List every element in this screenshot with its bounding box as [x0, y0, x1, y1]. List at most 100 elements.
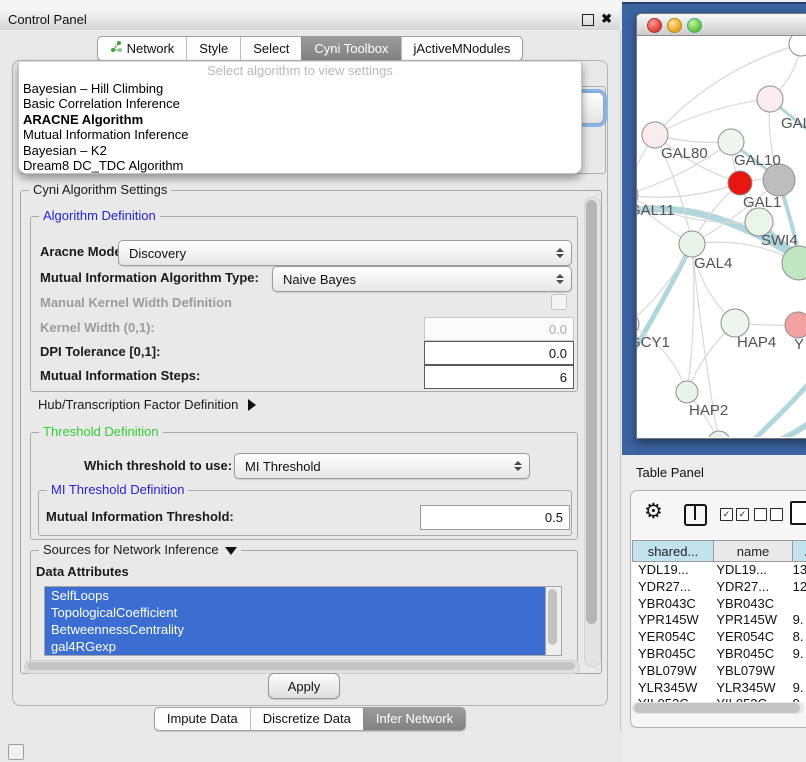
attribute-list-item[interactable]: BetweennessCentrality: [45, 621, 546, 638]
node-label: GAL10: [734, 152, 781, 169]
network-node-hap2[interactable]: [676, 381, 698, 403]
node-label: GAL4: [694, 255, 732, 272]
algorithm-menu-item[interactable]: Bayesian – K2: [19, 143, 581, 158]
table-row[interactable]: YLR345WYLR345W9.: [632, 680, 806, 697]
deselect-all-columns-icon[interactable]: [754, 508, 783, 521]
threshold-definition-title: Threshold Definition: [39, 424, 163, 439]
algorithm-definition-title: Algorithm Definition: [39, 208, 160, 223]
settings-vertical-scrollbar[interactable]: [584, 197, 601, 667]
which-threshold-label: Which threshold to use:: [84, 458, 232, 473]
mi-steps-field[interactable]: 6: [424, 365, 574, 389]
column-header-3[interactable]: A: [793, 540, 806, 562]
network-node-y[interactable]: [785, 312, 806, 338]
aracne-mode-value: Discovery: [129, 246, 186, 261]
column-header-1[interactable]: shared...: [632, 540, 714, 562]
hub-definition-expander[interactable]: Hub/Transcription Factor Definition: [38, 397, 256, 412]
network-window-titlebar[interactable]: [637, 14, 806, 36]
tab-impute-data[interactable]: Impute Data: [155, 708, 250, 730]
attribute-list-item[interactable]: gal4RGexp: [45, 638, 546, 655]
expander-right-arrow-icon: [248, 399, 256, 411]
tab-jactivemnodules[interactable]: jActiveMNodules: [401, 37, 523, 60]
control-panel-titlebar: Control Panel ✖: [0, 8, 620, 31]
node-label: GCY1: [637, 334, 670, 351]
table-row[interactable]: YPR145WYPR145W9.: [632, 612, 806, 629]
tab-style[interactable]: Style: [186, 37, 240, 60]
network-node-gal1[interactable]: [728, 171, 752, 195]
tab-network[interactable]: Network: [98, 37, 187, 60]
network-node[interactable]: [708, 431, 730, 437]
kernel-width-field[interactable]: 0.0: [424, 317, 574, 341]
minimize-traffic-light-icon[interactable]: [667, 18, 682, 33]
column-header-2[interactable]: name: [714, 540, 793, 562]
attribute-list-scrollbar[interactable]: [545, 586, 562, 656]
algorithm-list: Bayesian – Hill ClimbingBasic Correlatio…: [19, 81, 581, 173]
table-row[interactable]: YDR27...YDR27...12: [632, 579, 806, 596]
close-traffic-light-icon[interactable]: [647, 18, 662, 33]
network-node-gal4[interactable]: [679, 231, 705, 257]
algorithm-menu-item[interactable]: ARACNE Algorithm: [19, 112, 581, 127]
node-label: GAL1: [743, 194, 781, 211]
combo-arrows-icon: [514, 461, 522, 471]
node-label: SWI4: [761, 232, 798, 249]
float-window-icon[interactable]: [582, 14, 594, 26]
sources-group-title[interactable]: Sources for Network Inference: [39, 542, 241, 557]
panel-grip-icon[interactable]: [8, 744, 24, 760]
algorithm-menu-item[interactable]: Dream8 DC_TDC Algorithm: [19, 158, 581, 173]
close-icon[interactable]: ✖: [601, 11, 612, 27]
split-view-icon[interactable]: [684, 504, 707, 526]
table-row[interactable]: YBR043CYBR043C: [632, 596, 806, 613]
network-node[interactable]: [789, 36, 806, 56]
mi-threshold-field[interactable]: 0.5: [420, 505, 570, 530]
algorithm-dropdown-popup: Select algorithm to view settings Bayesi…: [18, 62, 582, 174]
kernel-width-label: Kernel Width (0,1):: [40, 320, 155, 335]
mi-threshold-label: Mutual Information Threshold:: [46, 509, 234, 524]
hub-definition-label: Hub/Transcription Factor Definition: [38, 397, 238, 412]
network-node-gal[interactable]: [757, 86, 783, 112]
table-row[interactable]: YER054CYER054C8.: [632, 629, 806, 646]
mi-type-combobox[interactable]: Naive Bayes: [272, 266, 572, 292]
algorithm-menu-item[interactable]: Basic Correlation Inference: [19, 96, 581, 111]
dpi-tolerance-label: DPI Tolerance [0,1]:: [40, 344, 160, 359]
which-threshold-value: MI Threshold: [245, 459, 321, 474]
mi-threshold-group-title: MI Threshold Definition: [47, 482, 188, 497]
tab-infer-network[interactable]: Infer Network: [363, 708, 465, 730]
export-table-icon[interactable]: [790, 501, 806, 525]
table-row[interactable]: YBR045CYBR045C9.: [632, 646, 806, 663]
algorithm-menu-item[interactable]: Mutual Information Inference: [19, 127, 581, 142]
table-cell: YBR045C: [712, 646, 790, 663]
network-canvas[interactable]: GALGAL80GAL10GAL1GAL11SWI4GAL4GCY1HAP4YH…: [637, 36, 806, 437]
node-label: HAP4: [737, 334, 776, 351]
network-node-hap4[interactable]: [721, 309, 749, 337]
table-row[interactable]: YDL19...YDL19...13: [632, 562, 806, 579]
attribute-list-item[interactable]: SelfLoops: [45, 587, 546, 604]
tab-cyni-toolbox[interactable]: Cyni Toolbox: [301, 37, 400, 60]
apply-button[interactable]: Apply: [268, 673, 340, 699]
table-header-row: shared...nameA: [632, 540, 806, 562]
settings-group-title: Cyni Algorithm Settings: [29, 182, 171, 197]
table-cell: YDL19...: [632, 562, 712, 579]
select-all-columns-icon[interactable]: ✓✓: [720, 508, 749, 521]
table-cell: YLR345W: [712, 680, 790, 697]
settings-horizontal-scrollbar[interactable]: [24, 660, 580, 674]
data-attributes-label: Data Attributes: [36, 564, 129, 579]
aracne-mode-combobox[interactable]: Discovery: [118, 240, 572, 266]
algorithm-menu-item[interactable]: Bayesian – Hill Climbing: [19, 81, 581, 96]
network-edge-thick: [637, 244, 692, 378]
table-panel-title: Table Panel: [636, 465, 704, 480]
table-horizontal-scrollbar[interactable]: [632, 702, 804, 714]
table-row[interactable]: YBL079WYBL079W: [632, 663, 806, 680]
attribute-list-item[interactable]: TopologicalCoefficient: [45, 604, 546, 621]
dpi-tolerance-field[interactable]: 0.0: [424, 341, 574, 365]
tab-select[interactable]: Select: [240, 37, 301, 60]
data-attributes-list: SelfLoopsTopologicalCoefficientBetweenne…: [44, 586, 546, 656]
control-panel-title: Control Panel: [8, 12, 87, 27]
tab-discretize-data[interactable]: Discretize Data: [250, 708, 363, 730]
zoom-traffic-light-icon[interactable]: [687, 18, 702, 33]
manual-kernel-checkbox[interactable]: [551, 294, 567, 310]
which-threshold-combobox[interactable]: MI Threshold: [234, 453, 530, 479]
table-cell: 8.: [791, 629, 806, 646]
combo-arrows-icon: [556, 248, 564, 258]
gear-icon[interactable]: ⚙: [644, 501, 663, 523]
table-cell: [791, 596, 806, 613]
table-cell: 12: [791, 579, 806, 596]
